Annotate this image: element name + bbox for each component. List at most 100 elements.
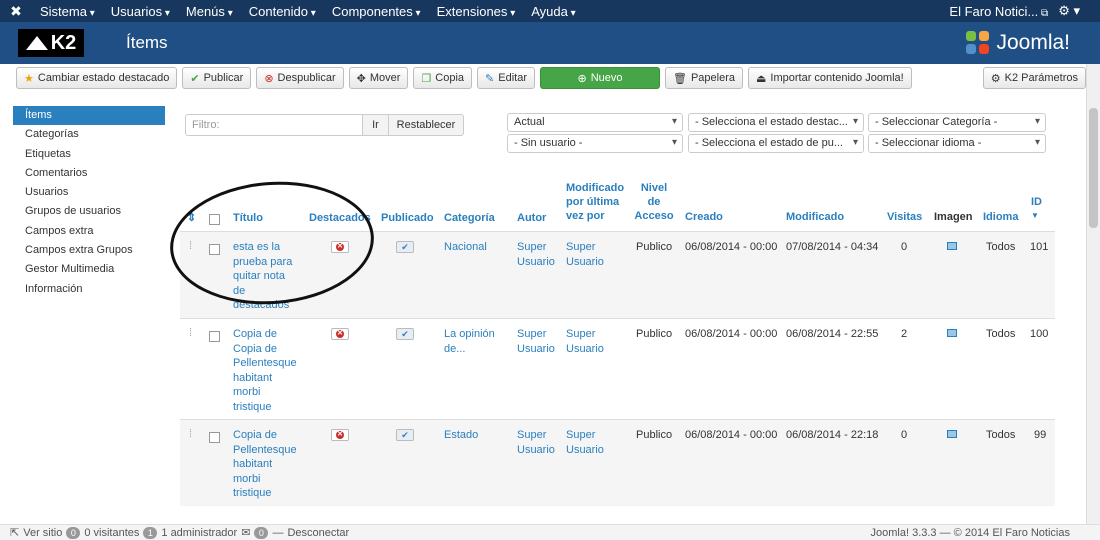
reset-button[interactable]: Restablecer [388,114,464,136]
sidebar-item-items[interactable]: Ítems [13,106,165,126]
author-line: Usuario [517,443,555,456]
trash-button[interactable]: 🗑 Papelera [665,67,744,89]
messages-badge[interactable]: 0 [254,526,269,539]
author-link[interactable]: Super Usuario [517,240,555,269]
col-created[interactable]: Creado [685,210,723,224]
site-link[interactable]: El Faro Notici... [949,4,1048,19]
image-icon[interactable] [947,329,957,337]
author-link[interactable]: Super Usuario [517,327,555,356]
sidebar-item-media-manager[interactable]: Gestor Multimedia [13,260,165,279]
category-link[interactable]: La opinión de... [444,327,495,356]
unpublish-button[interactable]: ⊗ Despublicar [256,67,344,89]
col-access[interactable]: Nivel de Acceso [634,181,674,223]
title-line: Copia de [233,429,278,441]
language-select[interactable]: - Seleccionar idioma - [868,134,1046,153]
drag-handle-icon[interactable]: ⁞ [189,327,192,339]
col-access-line2: de [647,196,661,208]
author-link[interactable]: Super Usuario [517,428,555,457]
image-icon[interactable] [947,430,957,438]
modified-by-link[interactable]: Super Usuario [566,428,604,457]
new-button[interactable]: ⊕ Nuevo [540,67,660,89]
k2-params-button[interactable]: ⚙ K2 Parámetros [982,67,1086,89]
access-level: Publico [636,241,673,253]
col-hits[interactable]: Visitas [887,210,922,224]
view-site-link[interactable]: Ver sitio [23,527,62,539]
move-button[interactable]: ✥ Mover [348,67,409,89]
item-title-link[interactable]: Copia de Copia de Pellentesque habitant … [233,327,303,414]
sidebar-item-user-groups[interactable]: Grupos de usuarios [13,202,165,221]
col-modified-by[interactable]: Modificado por última vez por [566,181,624,223]
page-scrollbar[interactable] [1086,64,1100,524]
published-toggle[interactable]: ✔ [396,328,414,340]
search-input[interactable]: Filtro: [185,114,363,136]
category-link[interactable]: Estado [444,428,478,443]
sidebar-item-users[interactable]: Usuarios [13,183,165,202]
col-id[interactable]: ID ▼ [1031,195,1042,223]
col-modified[interactable]: Modificado [786,210,844,224]
category-link[interactable]: Nacional [444,240,487,255]
title-line: habitant [233,458,273,470]
go-button[interactable]: Ir [362,114,389,136]
col-published[interactable]: Publicado [381,211,434,225]
sidebar-item-extra-field-groups[interactable]: Campos extra Grupos [13,241,165,260]
menu-ayuda[interactable]: Ayuda [523,4,583,19]
featured-button[interactable]: ★ Cambiar estado destacado [16,67,178,89]
modified-by-link[interactable]: Super Usuario [566,240,604,269]
menu-extensiones[interactable]: Extensiones [429,4,524,19]
joomla-brand: Joomla! [966,31,1070,55]
item-title-link[interactable]: Copia de Pellentesque habitant morbi tri… [233,428,303,501]
joomla-icon[interactable]: ✖ [0,3,32,20]
menu-usuarios[interactable]: Usuarios [103,4,178,19]
row-checkbox[interactable] [209,331,220,342]
featured-toggle[interactable]: ✕ [331,429,349,441]
check-icon: ✔ [401,328,409,339]
sidebar-item-extra-fields[interactable]: Campos extra [13,222,165,241]
edit-button[interactable]: ✎ Editar [477,67,535,89]
user-select[interactable]: - Sin usuario - [507,134,683,153]
menu-menus[interactable]: Menús [178,4,241,19]
image-icon[interactable] [947,242,957,250]
featured-state-select[interactable]: - Selecciona el estado destac... [688,113,864,132]
publish-button[interactable]: ✔ Publicar [182,67,252,89]
admins-label: 1 administrador [161,526,238,539]
modified-by-line: Usuario [566,342,604,355]
check-icon: ✔ [190,72,200,85]
category-select[interactable]: - Seleccionar Categoría - [868,113,1046,132]
featured-toggle[interactable]: ✕ [331,328,349,340]
copy-button[interactable]: ❐ Copia [413,67,473,89]
published-toggle[interactable]: ✔ [396,241,414,253]
sidebar-item-comments[interactable]: Comentarios [13,164,165,183]
scrollbar-thumb[interactable] [1089,108,1098,228]
logout-link[interactable]: Desconectar [287,527,349,539]
menu-sistema[interactable]: Sistema [32,4,103,19]
item-id: 99 [1034,429,1047,441]
unpublish-button-label: Despublicar [277,72,336,84]
state-select[interactable]: Actual [507,113,683,132]
gear-icon[interactable]: ⚙ ▾ [1058,3,1080,19]
table-row: ⁞ Copia de Pellentesque habitant morbi t… [180,419,1055,505]
sidebar-item-information[interactable]: Información [13,280,165,299]
publish-state-select[interactable]: - Selecciona el estado de pu... [688,134,864,153]
col-language[interactable]: Idioma [983,210,1018,224]
published-toggle[interactable]: ✔ [396,429,414,441]
drag-handle-icon[interactable]: ⁞ [189,428,192,440]
check-icon: ✔ [401,429,409,440]
col-modified-by-line3: vez por [566,210,605,222]
col-category[interactable]: Categoría [444,211,495,225]
created-date: 06/08/2014 - 00:00 [685,241,778,253]
menu-componentes[interactable]: Componentes [324,4,429,19]
import-button[interactable]: ⏏ Importar contenido Joomla! [748,67,912,89]
modified-by-link[interactable]: Super Usuario [566,327,604,356]
modified-date: 06/08/2014 - 22:55 [786,328,879,340]
row-checkbox[interactable] [209,432,220,443]
col-author[interactable]: Autor [517,211,546,225]
sidebar-item-tags[interactable]: Etiquetas [13,145,165,164]
title-line: Copia de [233,328,278,340]
trash-icon: 🗑 [673,72,687,85]
sidebar-item-categories[interactable]: Categorías [13,125,165,144]
page-header: K2 Ítems Joomla! [0,22,1100,64]
menu-contenido[interactable]: Contenido [241,4,324,19]
language-value: Todos [986,429,1016,441]
modified-date: 06/08/2014 - 22:18 [786,429,879,441]
edit-icon: ✎ [485,72,495,85]
